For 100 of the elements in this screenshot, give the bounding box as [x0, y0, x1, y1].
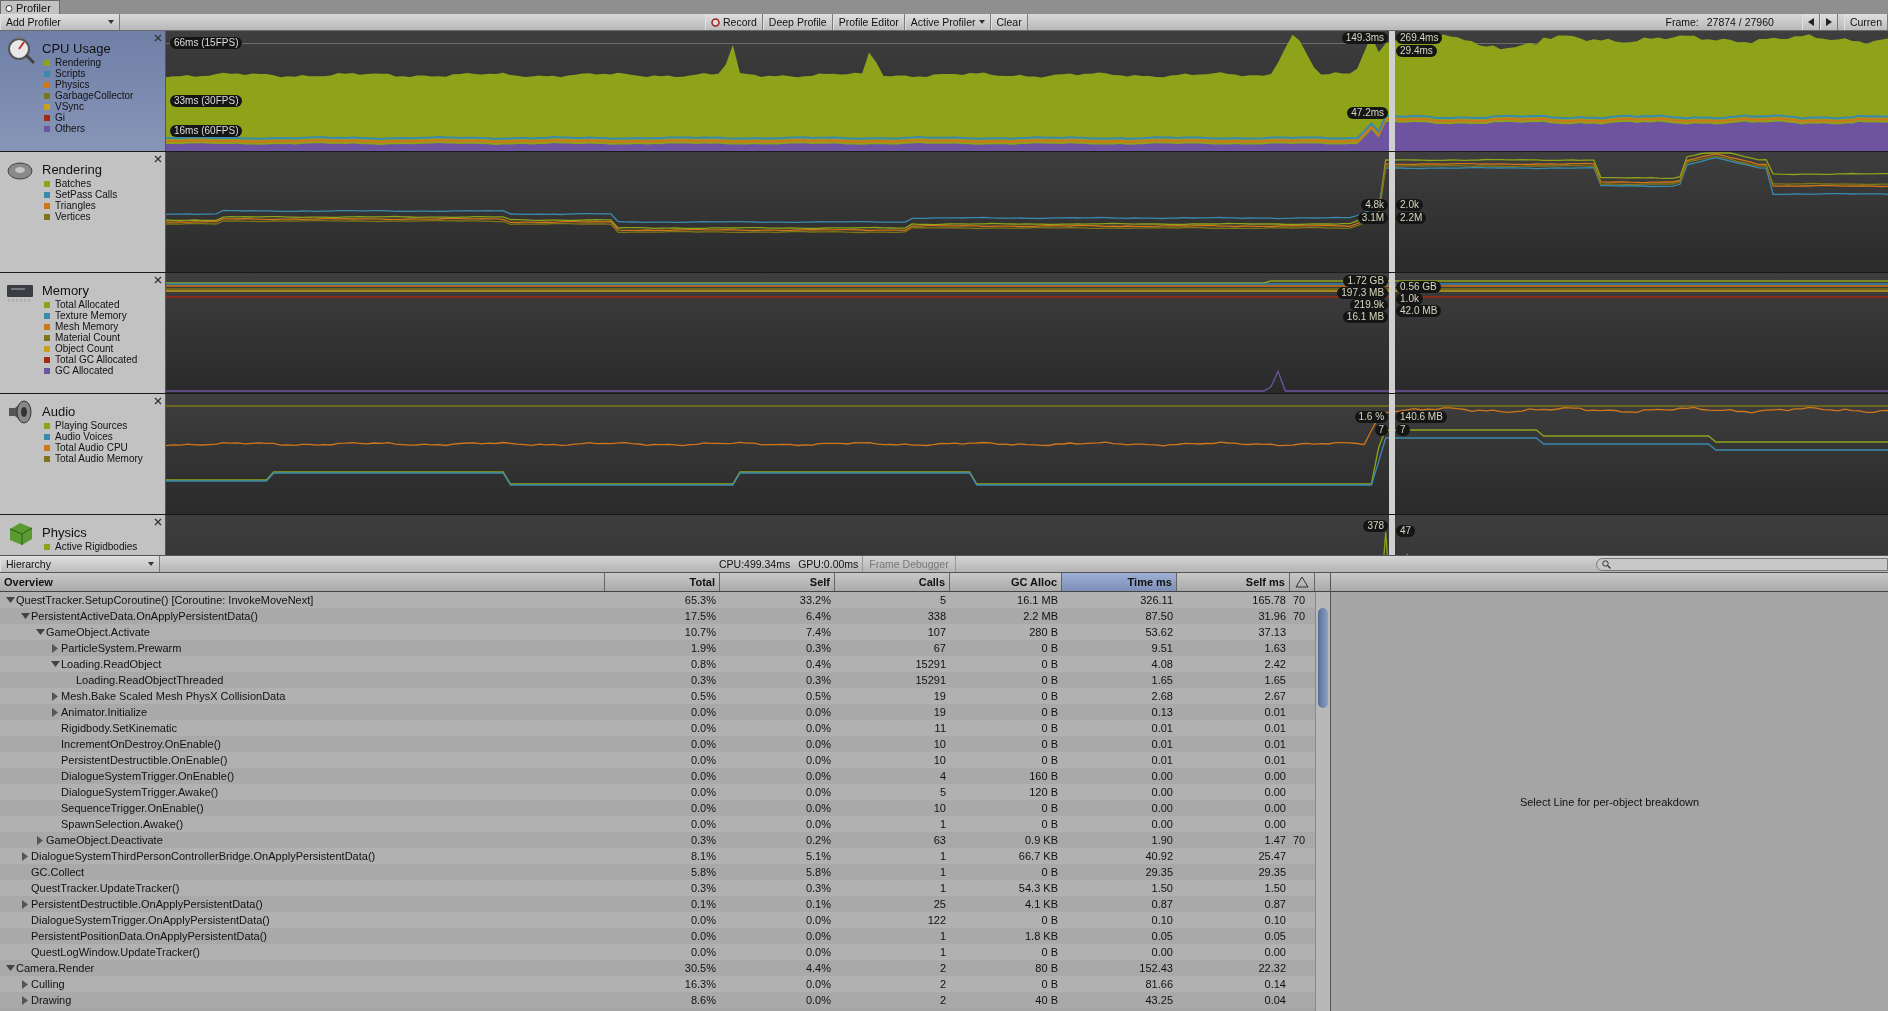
function-name[interactable]: SpawnSelection.Awake()	[61, 818, 184, 830]
table-cell-text: 0.00	[1263, 818, 1287, 830]
legend-label: Total Audio Memory	[55, 453, 143, 464]
frame-cursor[interactable]	[1389, 31, 1396, 151]
frame-cursor[interactable]	[1389, 394, 1396, 514]
table-cell-text: 54.3 KB	[1017, 882, 1059, 894]
toolbar-button[interactable]: Profile Editor	[832, 14, 905, 30]
column-header[interactable]: Self	[720, 573, 835, 591]
function-name[interactable]: DialogueSystemTrigger.Awake()	[61, 786, 219, 798]
function-name[interactable]: Drawing	[31, 994, 72, 1006]
function-name[interactable]: Rigidbody.SetKinematic	[61, 722, 177, 734]
close-icon[interactable]	[154, 397, 162, 405]
table-cell-text: 0 B	[1040, 706, 1059, 718]
table-cell-text: 15291	[914, 658, 947, 670]
function-name[interactable]: GC.Collect	[31, 866, 85, 878]
toolbar-button[interactable]: Clear	[990, 14, 1028, 30]
function-name[interactable]: PersistentDestructible.OnApplyPersistentData()	[31, 898, 263, 910]
table-cell-text: 152.43	[1138, 962, 1174, 974]
function-name[interactable]: QuestTracker.SetupCoroutine() [Coroutine: InvokeMoveNext]	[16, 594, 314, 606]
table-cell-text: 15291	[914, 674, 947, 686]
profiler-module[interactable]: Audio Playing Sources Audio Voices Total Audio CPU Total Audio Memory	[0, 394, 166, 514]
collapsed-arrow-icon[interactable]	[36, 835, 44, 845]
collapsed-arrow-icon[interactable]	[21, 899, 29, 909]
expanded-arrow-icon[interactable]	[5, 964, 15, 972]
view-dropdown[interactable]: Hierarchy	[0, 556, 160, 572]
function-name[interactable]: DialogueSystemThirdPersonControllerBridge.OnApplyPersistentData()	[31, 850, 376, 862]
close-icon[interactable]	[154, 518, 162, 526]
legend-label: Total GC Allocated	[55, 354, 138, 365]
column-header[interactable]: Overview	[0, 573, 605, 591]
table-cell-text: 7.4%	[804, 626, 832, 638]
scrollbar[interactable]	[1315, 592, 1330, 1011]
expanded-arrow-icon[interactable]	[50, 660, 60, 668]
close-icon[interactable]	[154, 155, 162, 163]
table-cell-text: 0.0%	[804, 738, 832, 750]
legend-label: Triangles	[55, 200, 96, 211]
function-name[interactable]: PersistentPositionData.OnApplyPersistentData()	[31, 930, 267, 942]
function-name[interactable]: Mesh.Bake Scaled Mesh PhysX CollisionData	[61, 690, 286, 702]
collapsed-arrow-icon[interactable]	[21, 995, 29, 1005]
expanded-arrow-icon[interactable]	[5, 596, 15, 604]
expanded-arrow-icon[interactable]	[20, 612, 30, 620]
frame-cursor[interactable]	[1389, 273, 1396, 393]
table-cell-text: 0 B	[1040, 802, 1059, 814]
legend-label: Active Rigidbodies	[55, 541, 138, 552]
table-cell-text: 40.92	[1144, 850, 1174, 862]
function-name[interactable]: DialogueSystemTrigger.OnApplyPersistentData()	[31, 914, 270, 926]
function-name[interactable]: PersistentDestructible.OnEnable()	[61, 754, 228, 766]
legend-label: GarbageCollector	[55, 90, 134, 101]
function-name[interactable]: GameObject.Activate	[46, 626, 150, 638]
table-cell-text: 0.0%	[689, 946, 717, 958]
frame-label: Frame:	[1664, 15, 1700, 30]
function-name[interactable]: ParticleSystem.Prewarm	[61, 642, 182, 654]
function-name[interactable]: PersistentActiveData.OnApplyPersistentData()	[31, 610, 258, 622]
table-cell-text: 0.00	[1150, 946, 1174, 958]
collapsed-arrow-icon[interactable]	[51, 643, 59, 653]
profiler-module[interactable]: CPU Usage Rendering Scripts Physics GarbageCollector VSync Gi Others	[0, 31, 166, 151]
toolbar-button[interactable]: Deep Profile	[762, 14, 833, 30]
collapsed-arrow-icon[interactable]	[21, 851, 29, 861]
table-cell-text: 0.0%	[804, 930, 832, 942]
function-name[interactable]: DialogueSystemTrigger.OnEnable()	[61, 770, 235, 782]
table-cell-text: 1	[938, 882, 947, 894]
record-button[interactable]: Record	[705, 14, 763, 30]
collapsed-arrow-icon[interactable]	[21, 979, 29, 989]
function-name[interactable]: Culling	[31, 978, 65, 990]
profiler-dropdown[interactable]: Active Profiler	[904, 14, 991, 30]
table-cell-text: 0.0%	[804, 994, 832, 1006]
expanded-arrow-icon[interactable]	[35, 628, 45, 636]
profiler-module[interactable]: Physics Active Rigidbodies	[0, 515, 166, 555]
column-header[interactable]: Calls	[835, 573, 950, 591]
search-field[interactable]	[1596, 557, 1888, 571]
function-name[interactable]: SequenceTrigger.OnEnable()	[61, 802, 204, 814]
value-label: 2.2M	[1396, 212, 1427, 224]
profiler-module[interactable]: Memory Total Allocated Texture Memory Mesh Memory Material Count Object Count Total GC Allocated GC Allocated	[0, 273, 166, 393]
table-cell-text: 11	[933, 722, 947, 734]
function-name[interactable]: GameObject.Deactivate	[46, 834, 163, 846]
column-header[interactable]: Time ms	[1062, 573, 1177, 591]
collapsed-arrow-icon[interactable]	[51, 707, 59, 717]
collapsed-arrow-icon[interactable]	[51, 691, 59, 701]
profiler-module[interactable]: Rendering Batches SetPass Calls Triangles Vertices	[0, 152, 166, 272]
table-cell-text: 17.5%	[683, 610, 717, 622]
function-name[interactable]: Loading.ReadObject	[61, 658, 162, 670]
function-name[interactable]: Animator.Initialize	[61, 706, 148, 718]
table-cell-text: 4.08	[1150, 658, 1174, 670]
value-label: 42.0 MB	[1396, 305, 1442, 317]
function-name[interactable]: QuestLogWindow.UpdateTracker()	[31, 946, 200, 958]
legend-label: Mesh Memory	[55, 321, 119, 332]
column-header[interactable]: Total	[605, 573, 720, 591]
add-profiler-dropdown[interactable]: Add Profiler	[0, 14, 120, 30]
close-icon[interactable]	[154, 276, 162, 284]
close-icon[interactable]	[154, 34, 162, 42]
function-name[interactable]: QuestTracker.UpdateTracker()	[31, 882, 180, 894]
frame-cursor[interactable]	[1389, 152, 1396, 272]
current-frame-button[interactable]: Curren	[1843, 14, 1888, 30]
previous-frame-button[interactable]	[1801, 14, 1820, 30]
function-name[interactable]: IncrementOnDestroy.OnEnable()	[61, 738, 221, 750]
window-tab[interactable]: Profiler	[0, 0, 60, 14]
function-name[interactable]: Loading.ReadObjectThreaded	[76, 674, 224, 686]
scrollbar-thumb[interactable]	[1318, 608, 1328, 708]
column-header[interactable]: Self ms	[1177, 573, 1290, 591]
table-cell-text: 0.0%	[689, 770, 717, 782]
function-name[interactable]: Camera.Render	[16, 962, 95, 974]
